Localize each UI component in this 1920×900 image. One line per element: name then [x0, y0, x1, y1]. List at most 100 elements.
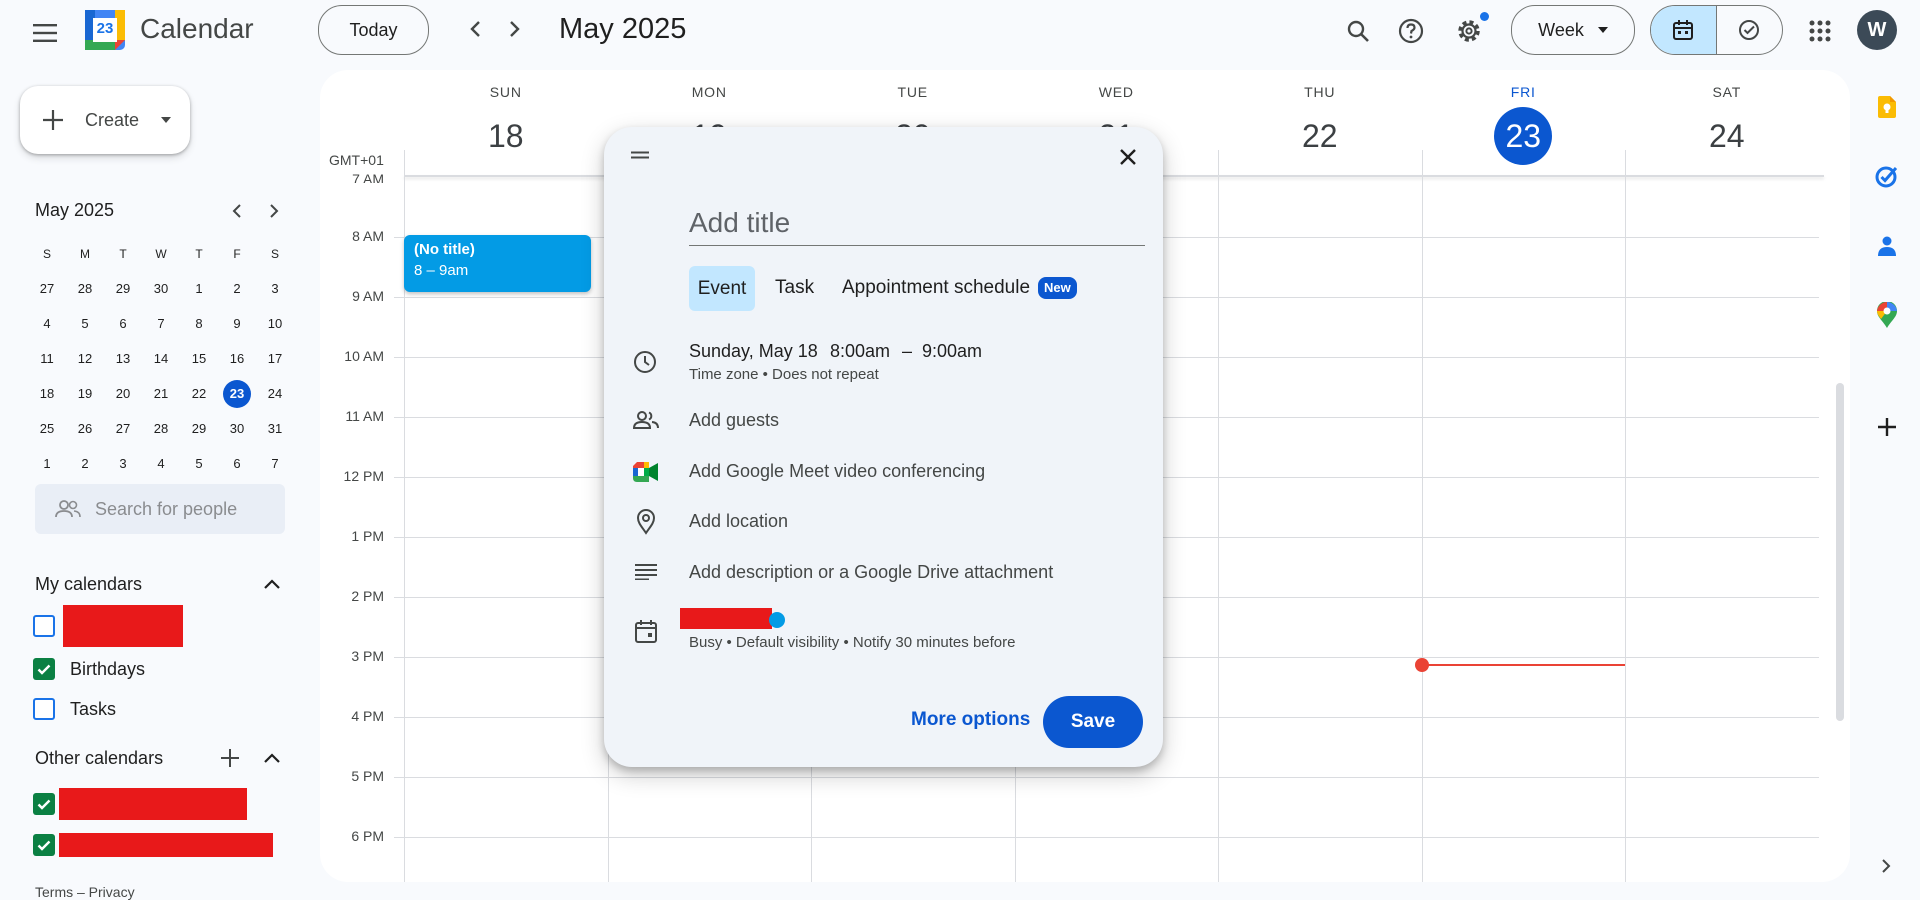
- mini-calendar-day[interactable]: 16: [218, 341, 256, 376]
- mini-calendar-day[interactable]: 11: [28, 341, 66, 376]
- get-addons-icon[interactable]: [1872, 412, 1902, 442]
- mini-calendar-day[interactable]: 7: [256, 446, 294, 481]
- mini-calendar-prev-icon[interactable]: [225, 200, 247, 222]
- tab-task[interactable]: Task: [775, 277, 814, 299]
- mini-calendar-day[interactable]: 8: [180, 306, 218, 341]
- timezone-repeat[interactable]: Time zone • Does not repeat: [689, 366, 879, 383]
- mini-calendar-day[interactable]: 27: [104, 411, 142, 446]
- help-icon[interactable]: [1393, 13, 1429, 49]
- mini-calendar-day[interactable]: 23: [218, 376, 256, 411]
- tab-event[interactable]: Event: [689, 266, 755, 311]
- mini-calendar-day[interactable]: 22: [180, 376, 218, 411]
- expand-panel-icon[interactable]: [1874, 854, 1898, 878]
- mini-calendar-day[interactable]: 17: [256, 341, 294, 376]
- event-chip[interactable]: (No title) 8 – 9am: [404, 235, 591, 292]
- calendar-view-button[interactable]: [1651, 6, 1717, 54]
- add-guests[interactable]: Add guests: [689, 410, 779, 431]
- keep-icon[interactable]: [1872, 92, 1902, 122]
- next-week-button[interactable]: [500, 14, 530, 44]
- mini-calendar-day[interactable]: 28: [66, 271, 104, 306]
- collapse-other-calendars-icon[interactable]: [260, 746, 284, 770]
- tasks-view-button[interactable]: [1717, 6, 1783, 54]
- mini-calendar-day[interactable]: 4: [28, 306, 66, 341]
- drag-handle-icon[interactable]: [631, 151, 651, 161]
- mini-calendar-day[interactable]: 5: [66, 306, 104, 341]
- mini-calendar-day[interactable]: 30: [218, 411, 256, 446]
- mini-calendar-day[interactable]: 1: [180, 271, 218, 306]
- other-calendar-item[interactable]: [33, 833, 293, 857]
- other-calendar-item[interactable]: [33, 788, 293, 820]
- day-number-button[interactable]: 23: [1494, 107, 1553, 165]
- mini-calendar-day[interactable]: 3: [256, 271, 294, 306]
- view-selector[interactable]: Week: [1511, 5, 1635, 55]
- calendar-checkbox[interactable]: [33, 793, 55, 815]
- calendar-details[interactable]: Busy • Default visibility • Notify 30 mi…: [689, 634, 1015, 651]
- mini-calendar-day[interactable]: 21: [142, 376, 180, 411]
- contacts-icon[interactable]: [1872, 231, 1902, 261]
- terms-privacy-link[interactable]: Terms – Privacy: [35, 884, 135, 900]
- mini-calendar-day[interactable]: 26: [66, 411, 104, 446]
- mini-calendar-day[interactable]: 4: [142, 446, 180, 481]
- mini-calendar-day[interactable]: 2: [66, 446, 104, 481]
- maps-icon[interactable]: [1872, 300, 1902, 330]
- mini-calendar-day[interactable]: 10: [256, 306, 294, 341]
- add-location[interactable]: Add location: [689, 511, 788, 532]
- mini-calendar-day[interactable]: 6: [218, 446, 256, 481]
- redacted-calendar-selector[interactable]: [680, 608, 772, 629]
- calendar-checkbox[interactable]: [33, 698, 55, 720]
- mini-calendar-day[interactable]: 15: [180, 341, 218, 376]
- create-button[interactable]: Create: [20, 86, 190, 154]
- add-other-calendar-icon[interactable]: [218, 746, 242, 770]
- calendar-checkbox[interactable]: [33, 658, 55, 680]
- calendar-checkbox[interactable]: [33, 615, 55, 637]
- mini-calendar-day[interactable]: 31: [256, 411, 294, 446]
- tasks-icon[interactable]: [1872, 161, 1902, 191]
- calendar-logo[interactable]: 23: [85, 10, 125, 50]
- google-apps-icon[interactable]: [1802, 13, 1838, 49]
- account-avatar[interactable]: W: [1857, 10, 1897, 50]
- mini-calendar-day[interactable]: 29: [180, 411, 218, 446]
- mini-calendar-day[interactable]: 1: [28, 446, 66, 481]
- today-button[interactable]: Today: [318, 5, 429, 55]
- previous-week-button[interactable]: [460, 14, 490, 44]
- mini-calendar-day[interactable]: 24: [256, 376, 294, 411]
- mini-calendar-day[interactable]: 30: [142, 271, 180, 306]
- mini-calendar-day[interactable]: 14: [142, 341, 180, 376]
- event-end-time[interactable]: 9:00am: [922, 341, 982, 362]
- mini-calendar-day[interactable]: 7: [142, 306, 180, 341]
- my-calendar-item-birthdays[interactable]: Birthdays: [33, 657, 293, 681]
- mini-calendar-day[interactable]: 28: [142, 411, 180, 446]
- scrollbar-thumb[interactable]: [1836, 383, 1844, 721]
- mini-calendar-day[interactable]: 19: [66, 376, 104, 411]
- my-calendar-item[interactable]: [33, 605, 293, 647]
- mini-calendar-day[interactable]: 27: [28, 271, 66, 306]
- mini-calendar-day[interactable]: 18: [28, 376, 66, 411]
- event-start-time[interactable]: 8:00am: [830, 341, 890, 362]
- more-options-button[interactable]: More options: [911, 709, 1030, 731]
- title-input[interactable]: Add title: [689, 201, 1145, 246]
- save-button[interactable]: Save: [1043, 696, 1143, 748]
- mini-calendar-day[interactable]: 25: [28, 411, 66, 446]
- mini-calendar-day[interactable]: 29: [104, 271, 142, 306]
- collapse-my-calendars-icon[interactable]: [260, 572, 284, 596]
- search-people-input[interactable]: Search for people: [35, 484, 285, 534]
- mini-calendar-day[interactable]: 2: [218, 271, 256, 306]
- mini-calendar-day[interactable]: 12: [66, 341, 104, 376]
- mini-calendar-day[interactable]: 5: [180, 446, 218, 481]
- day-number-button[interactable]: 24: [1698, 107, 1756, 165]
- tab-appointment-schedule[interactable]: Appointment schedule: [842, 277, 1030, 299]
- mini-calendar-day[interactable]: 6: [104, 306, 142, 341]
- add-meet[interactable]: Add Google Meet video conferencing: [689, 461, 985, 482]
- calendar-checkbox[interactable]: [33, 834, 55, 856]
- day-number-button[interactable]: 22: [1291, 107, 1349, 165]
- mini-calendar-day[interactable]: 3: [104, 446, 142, 481]
- day-number-button[interactable]: 18: [477, 107, 535, 165]
- main-menu-icon[interactable]: [28, 16, 62, 50]
- add-description[interactable]: Add description or a Google Drive attach…: [689, 562, 1053, 583]
- my-calendar-item-tasks[interactable]: Tasks: [33, 697, 293, 721]
- event-date[interactable]: Sunday, May 18: [689, 341, 818, 362]
- mini-calendar-next-icon[interactable]: [263, 200, 285, 222]
- search-icon[interactable]: [1340, 13, 1376, 49]
- mini-calendar-day[interactable]: 9: [218, 306, 256, 341]
- mini-calendar-day[interactable]: 20: [104, 376, 142, 411]
